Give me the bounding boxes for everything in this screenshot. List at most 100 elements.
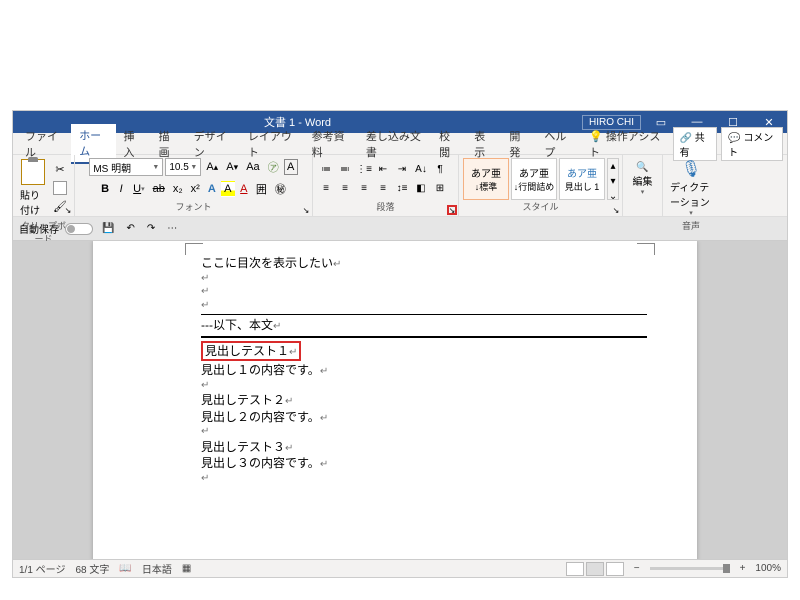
style-normal[interactable]: あア亜 ↓標準 — [463, 158, 509, 200]
multilevel-list-button[interactable]: ⋮≡ — [355, 160, 373, 178]
text-effects-button[interactable]: A — [205, 181, 219, 197]
microphone-icon: 🎙 — [681, 159, 701, 179]
paragraph-mark-icon: ↵ — [320, 366, 328, 377]
bullets-button[interactable]: ≔ — [317, 160, 335, 178]
clipboard-dialog-launcher[interactable]: ↘ — [63, 205, 73, 215]
styles-scroll-up[interactable]: ▴ — [608, 159, 618, 174]
line-spacing-button[interactable]: ↕≡ — [393, 179, 411, 197]
view-read-mode[interactable] — [566, 562, 584, 576]
group-editing: 🔍 編集 ▾ — [623, 155, 663, 216]
phonetic-guide-button[interactable]: ㋐ — [265, 157, 282, 177]
font-name-combo[interactable]: MS 明朝▼ — [89, 158, 163, 176]
page-content[interactable]: ここに目次を表示したい↵ ↵ ↵ ↵ ---以下、本文↵ 見出しテスト１↵ 見出… — [201, 255, 647, 485]
paragraph-mark-icon: ↵ — [201, 285, 647, 299]
find-replace-menu[interactable]: 🔍 編集 ▾ — [630, 160, 656, 198]
text-heading-2: 見出しテスト２ — [201, 393, 285, 407]
paragraph-mark-icon: ↵ — [320, 413, 328, 424]
copy-button[interactable] — [50, 179, 70, 197]
status-bar: 1/1 ページ 68 文字 📖 日本語 ▦ − + 100% — [13, 559, 787, 577]
underline-button[interactable]: U ▾ — [130, 181, 147, 197]
qat-customize[interactable]: ⋯ — [164, 221, 180, 236]
save-icon: 💾 — [102, 223, 114, 234]
paragraph-mark-icon: ↵ — [273, 321, 281, 332]
autosave-toggle[interactable] — [65, 223, 93, 235]
highlight-button[interactable]: A — [221, 181, 235, 197]
numbering-button[interactable]: ≕ — [336, 160, 354, 178]
undo-button[interactable]: ↶ — [123, 221, 137, 236]
chevron-down-icon: ▾ — [641, 188, 645, 196]
dictate-button[interactable]: 🎙 ディクテーション ▾ — [667, 157, 715, 219]
status-page[interactable]: 1/1 ページ — [19, 561, 65, 576]
cut-button[interactable]: ✂ — [50, 161, 70, 178]
style-name-label: ↓標準 — [475, 180, 498, 193]
page[interactable]: ここに目次を表示したい↵ ↵ ↵ ↵ ---以下、本文↵ 見出しテスト１↵ 見出… — [93, 241, 697, 559]
paragraph-mark-icon: ↵ — [201, 272, 647, 286]
justify-button[interactable]: ≡ — [374, 179, 392, 197]
ribbon-tabs: ファイル ホーム 挿入 描画 デザイン レイアウト 参考資料 差し込み文書 校閲… — [13, 133, 787, 155]
paste-button[interactable]: 貼り付け — [17, 157, 48, 219]
style-nospacing[interactable]: あア亜 ↓行間詰め — [511, 158, 557, 200]
style-heading1[interactable]: あア亜 見出し 1 — [559, 158, 605, 200]
paragraph-mark-icon: ↵ — [289, 347, 297, 358]
paste-label: 貼り付け — [20, 187, 45, 217]
spellcheck-icon[interactable]: 📖 — [119, 563, 131, 574]
paragraph-mark-icon: ↵ — [201, 472, 647, 486]
align-center-button[interactable]: ≡ — [336, 179, 354, 197]
margin-mark-tl — [185, 243, 203, 255]
paragraph-dialog-launcher[interactable]: ↘ — [447, 205, 457, 215]
styles-dialog-launcher[interactable]: ↘ — [611, 205, 621, 215]
font-size-value: 10.5 — [169, 162, 188, 173]
sort-button[interactable]: A↓ — [412, 160, 430, 178]
font-dialog-launcher[interactable]: ↘ — [301, 205, 311, 215]
decrease-indent-button[interactable]: ⇤ — [374, 160, 392, 178]
show-paragraph-marks-button[interactable]: ¶ — [431, 160, 449, 178]
italic-button[interactable]: I — [114, 181, 128, 197]
status-language[interactable]: 日本語 — [142, 561, 172, 576]
strikethrough-button[interactable]: ab — [150, 181, 168, 197]
text-heading-3: 見出しテスト３ — [201, 440, 285, 454]
status-word-count[interactable]: 68 文字 — [75, 561, 109, 576]
font-size-combo[interactable]: 10.5▼ — [165, 158, 201, 176]
comments-button[interactable]: 💬 コメント — [721, 127, 783, 161]
paragraph-mark-icon: ↵ — [285, 396, 293, 407]
align-right-button[interactable]: ≡ — [355, 179, 373, 197]
shading-button[interactable]: ◧ — [412, 179, 430, 197]
styles-scroll-down[interactable]: ▾ — [608, 174, 618, 189]
paragraph-mark-icon: ↵ — [333, 259, 341, 270]
zoom-slider[interactable] — [650, 567, 730, 570]
zoom-level[interactable]: 100% — [755, 563, 781, 574]
view-print-layout[interactable] — [586, 562, 604, 576]
borders-button[interactable]: ⊞ — [431, 179, 449, 197]
group-styles: あア亜 ↓標準 あア亜 ↓行間詰め あア亜 見出し 1 ▴ ▾ ⌄ — [459, 155, 623, 216]
margin-mark-tr — [637, 243, 655, 255]
grow-font-button[interactable]: A▴ — [203, 159, 221, 175]
subscript-button[interactable]: x₂ — [170, 181, 186, 197]
increase-indent-button[interactable]: ⇥ — [393, 160, 411, 178]
ribbon: 貼り付け ✂ 🖌 クリップボード ↘ MS 明朝▼ 10.5▼ A▴ A▾ Aa — [13, 155, 787, 217]
change-case-button[interactable]: Aa — [243, 159, 262, 175]
group-font: MS 明朝▼ 10.5▼ A▴ A▾ Aa ㋐ A B I U ▾ ab x₂ … — [75, 155, 313, 216]
zoom-in-button[interactable]: + — [740, 563, 746, 574]
font-color-button[interactable]: A — [237, 181, 251, 197]
chevron-down-icon: ▾ — [689, 209, 693, 217]
group-voice: 🎙 ディクテーション ▾ 音声 — [663, 155, 719, 216]
view-web-layout[interactable] — [606, 562, 624, 576]
style-preview: あア亜 — [567, 165, 597, 180]
enclose-character-button[interactable]: ㊙ — [272, 179, 289, 199]
align-left-button[interactable]: ≡ — [317, 179, 335, 197]
voice-group-label: 音声 — [667, 219, 715, 232]
style-name-label: 見出し 1 — [565, 180, 600, 193]
clipboard-group-label: クリップボード — [17, 219, 70, 233]
group-paragraph: ≔ ≕ ⋮≡ ⇤ ⇥ A↓ ¶ ≡ ≡ ≡ ≡ ↕≡ ◧ ⊞ 段落 ↘ — [313, 155, 459, 216]
style-preview: あア亜 — [471, 165, 501, 180]
zoom-out-button[interactable]: − — [634, 563, 640, 574]
document-area: ここに目次を表示したい↵ ↵ ↵ ↵ ---以下、本文↵ 見出しテスト１↵ 見出… — [13, 241, 787, 559]
macro-icon[interactable]: ▦ — [182, 563, 191, 574]
redo-button[interactable]: ↷ — [144, 221, 158, 236]
shrink-font-button[interactable]: A▾ — [223, 159, 241, 175]
character-border-button[interactable]: A — [284, 159, 298, 175]
bold-button[interactable]: B — [98, 181, 112, 197]
character-shading-button[interactable]: 囲 — [253, 179, 270, 199]
save-button[interactable]: 💾 — [99, 221, 117, 236]
superscript-button[interactable]: x² — [188, 181, 203, 197]
